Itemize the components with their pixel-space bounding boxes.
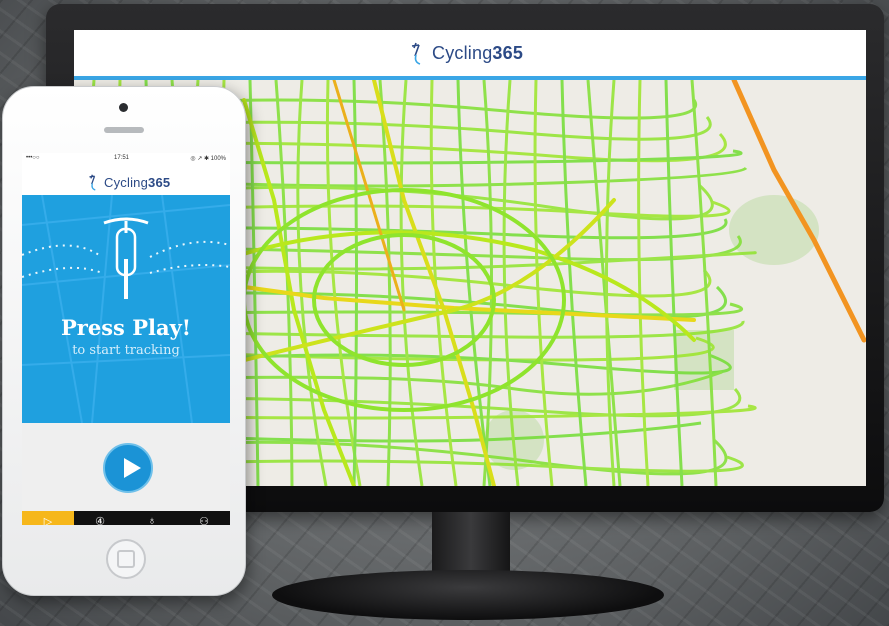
counter-icon: ④ xyxy=(95,515,105,526)
app-logo-text: Cycling365 xyxy=(104,174,171,190)
medal-icon: ♁ xyxy=(147,515,157,525)
tab-counter[interactable]: ④ xyxy=(74,511,126,526)
web-header: Cycling365 xyxy=(74,30,866,80)
status-time: 17:51 xyxy=(114,155,130,161)
user-icon: ⚇ xyxy=(199,515,209,526)
home-square-icon xyxy=(117,550,135,568)
play-icon xyxy=(124,458,141,478)
hero-subtitle: to start tracking xyxy=(72,343,180,358)
bicycle-icon xyxy=(103,217,149,299)
front-camera xyxy=(119,103,128,112)
web-logo-text: Cycling365 xyxy=(432,42,524,63)
action-area xyxy=(22,423,230,511)
play-button[interactable] xyxy=(103,443,153,493)
monitor-stand-base xyxy=(272,570,664,620)
tab-user[interactable]: ⚇ xyxy=(178,511,230,526)
app-logo: Cycling365 xyxy=(88,172,170,192)
tab-play-circle[interactable]: ▷ xyxy=(22,511,74,525)
monitor-stand-neck xyxy=(432,512,510,578)
play-circle-icon: ▷ xyxy=(43,515,53,526)
status-bar: •••○○ 17:51 ◎ ↗ ✱ 100% xyxy=(22,153,230,165)
smartphone: •••○○ 17:51 ◎ ↗ ✱ 100% Cycling365 Press … xyxy=(2,86,246,596)
hero-panel: Press Play! to start tracking xyxy=(22,195,230,423)
tab-medal[interactable]: ♁ xyxy=(126,511,178,525)
hero-title: Press Play! xyxy=(61,315,191,340)
cyclist-logo-icon xyxy=(411,42,421,65)
app-header: Cycling365 xyxy=(22,165,230,195)
web-logo[interactable]: Cycling365 xyxy=(410,38,523,68)
phone-screen: •••○○ 17:51 ◎ ↗ ✱ 100% Cycling365 Press … xyxy=(22,153,230,525)
cyclist-logo-icon xyxy=(89,174,96,191)
earpiece-speaker xyxy=(104,127,144,133)
signal-indicator: •••○○ xyxy=(26,155,40,161)
tab-bar: ▷ ④ ♁ ⚇ xyxy=(22,511,230,525)
battery-indicator: ◎ ↗ ✱ 100% xyxy=(190,156,226,162)
